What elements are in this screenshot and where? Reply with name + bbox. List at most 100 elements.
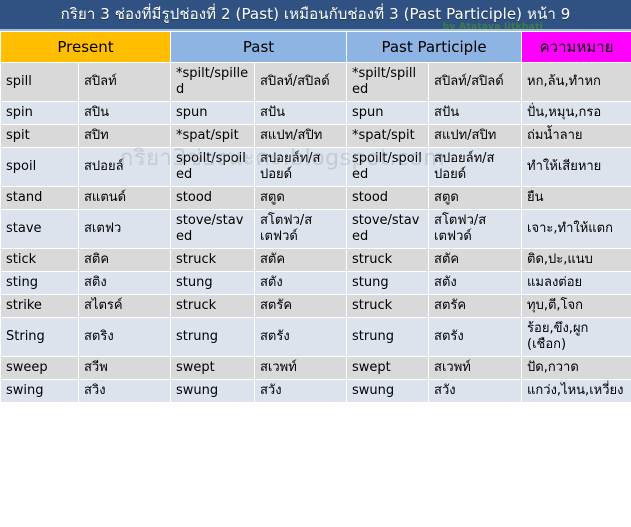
cell-pp-th: สปอยล์ท/สปอยด์: [428, 147, 523, 187]
table-row: stave สเตฟว stove/staved สโตฟว/สเตฟวด์ stove…: [0, 209, 631, 249]
cell-present-th: สติค: [78, 248, 171, 272]
cell-pp-th: สเวพท์: [428, 356, 523, 380]
cell-present-th: สปิลท์: [78, 62, 171, 102]
cell-pp-en: spoilt/spoiled: [346, 147, 430, 187]
cell-present-th: สแตนด์: [78, 186, 171, 210]
author-byline: by Atataya Jitkhati: [442, 22, 543, 31]
table-row: spit สปิท *spat/spit สแปท/สปิท *spat/spit สแป…: [0, 124, 631, 148]
cell-present-en: spoil: [0, 147, 79, 187]
cell-meaning: ยืน: [521, 186, 631, 210]
cell-pp-en: swung: [346, 379, 430, 403]
cell-pp-th: สปัน: [428, 101, 523, 125]
page-root: กริยา 3 ช่องที่มีรูปช่องที่ 2 (Past) เหม…: [0, 0, 631, 527]
cell-present-en: stave: [0, 209, 79, 249]
table-row: stand สแตนด์ stood สตูด stood สตูด ยืน: [0, 186, 631, 210]
column-header-past-participle: Past Participle: [346, 31, 523, 63]
column-header-meaning: ความหมาย: [521, 31, 631, 63]
cell-pp-en: stung: [346, 271, 430, 295]
cell-pp-th: สโตฟว/สเตฟวด์: [428, 209, 523, 249]
page-title: กริยา 3 ช่องที่มีรูปช่องที่ 2 (Past) เหม…: [60, 5, 571, 23]
cell-meaning: แกว่ง,ไหน,เหวี่ยง: [521, 379, 631, 403]
cell-past-en: stood: [170, 186, 255, 210]
cell-present-th: สไตรค์: [78, 294, 171, 318]
cell-past-en: spoilt/spoiled: [170, 147, 255, 187]
cell-past-th: สตัง: [253, 271, 348, 295]
cell-present-en: spit: [0, 124, 79, 148]
cell-pp-en: stood: [346, 186, 430, 210]
cell-past-en: spun: [170, 101, 255, 125]
table-row: stick สติค struck สตัค struck สตัค ติด,ปะ,แนบ: [0, 248, 631, 272]
cell-pp-th: สตูด: [428, 186, 523, 210]
cell-past-th: สปอยล์ท/สปอยด์: [253, 147, 348, 187]
title-bar: กริยา 3 ช่องที่มีรูปช่องที่ 2 (Past) เหม…: [0, 0, 631, 31]
cell-past-en: struck: [170, 294, 255, 318]
cell-present-th: สวีพ: [78, 356, 171, 380]
cell-meaning: ร้อย,ขึง,ผูก (เชือก): [521, 317, 631, 357]
cell-past-th: สปัน: [253, 101, 348, 125]
column-header-past: Past: [169, 31, 348, 63]
cell-meaning: แมลงต่อย: [521, 271, 631, 295]
cell-meaning: เจาะ,ทำให้แตก: [521, 209, 631, 249]
cell-pp-en: struck: [346, 248, 430, 272]
cell-present-en: sting: [0, 271, 79, 295]
table-row: spill สปิลท์ *spilt/spilled สปิลท์/สปิลด์ *s…: [0, 62, 631, 102]
cell-pp-th: สตรัค: [428, 294, 523, 318]
cell-present-th: สปิท: [78, 124, 171, 148]
table-row: spoil สปอยล์ spoilt/spoiled สปอยล์ท/สปอยด์ s…: [0, 147, 631, 187]
cell-present-th: สปิน: [78, 101, 171, 125]
cell-past-th: สปิลท์/สปิลด์: [253, 62, 348, 102]
cell-present-en: stick: [0, 248, 79, 272]
cell-past-en: *spilt/spilled: [170, 62, 255, 102]
cell-past-th: สวัง: [253, 379, 348, 403]
cell-past-th: สตรัค: [253, 294, 348, 318]
cell-meaning: ทุบ,ตี,โจก: [521, 294, 631, 318]
cell-past-en: struck: [170, 248, 255, 272]
cell-past-th: สตัค: [253, 248, 348, 272]
cell-pp-th: สตัค: [428, 248, 523, 272]
cell-present-th: สวิง: [78, 379, 171, 403]
header-row: Present Past Past Participle ความหมาย: [0, 31, 631, 63]
cell-pp-en: *spilt/spilled: [346, 62, 430, 102]
table-row: strike สไตรค์ struck สตรัค struck สตรัค ทุบ,ตี…: [0, 294, 631, 318]
cell-pp-th: สตัง: [428, 271, 523, 295]
cell-pp-th: สวัง: [428, 379, 523, 403]
cell-pp-en: *spat/spit: [346, 124, 430, 148]
cell-past-en: strung: [170, 317, 255, 357]
cell-past-th: สตูด: [253, 186, 348, 210]
cell-pp-th: สตรัง: [428, 317, 523, 357]
cell-pp-en: swept: [346, 356, 430, 380]
table-body: spill สปิลท์ *spilt/spilled สปิลท์/สปิลด์ *s…: [0, 62, 631, 403]
cell-present-th: สเตฟว: [78, 209, 171, 249]
cell-present-th: สติง: [78, 271, 171, 295]
cell-pp-en: struck: [346, 294, 430, 318]
cell-pp-en: spun: [346, 101, 430, 125]
cell-present-en: String: [0, 317, 79, 357]
cell-past-en: stung: [170, 271, 255, 295]
table-row: swing สวิง swung สวัง swung สวัง แกว่ง,ไหน,เหว…: [0, 379, 631, 403]
cell-meaning: ทำให้เสียหาย: [521, 147, 631, 187]
table-row: sweep สวีพ swept สเวพท์ swept สเวพท์ ปัด,กวาด: [0, 356, 631, 380]
cell-pp-th: สปิลท์/สปิลด์: [428, 62, 523, 102]
cell-present-en: sweep: [0, 356, 79, 380]
cell-past-en: swung: [170, 379, 255, 403]
table-row: String สตริง strung สตรัง strung สตรัง ร้อย,ขึ…: [0, 317, 631, 357]
table-row: spin สปิน spun สปัน spun สปัน ปั่น,หมุน,กรอ: [0, 101, 631, 125]
cell-present-th: สปอยล์: [78, 147, 171, 187]
cell-present-en: stand: [0, 186, 79, 210]
cell-pp-en: strung: [346, 317, 430, 357]
table-header: Present Past Past Participle ความหมาย: [0, 31, 631, 63]
cell-pp-th: สแปท/สปิท: [428, 124, 523, 148]
cell-past-en: swept: [170, 356, 255, 380]
cell-past-th: สโตฟว/สเตฟวด์: [253, 209, 348, 249]
cell-present-en: spin: [0, 101, 79, 125]
cell-meaning: ถ่มน้ำลาย: [521, 124, 631, 148]
cell-past-th: สตรัง: [253, 317, 348, 357]
column-header-present: Present: [0, 31, 171, 63]
cell-meaning: ติด,ปะ,แนบ: [521, 248, 631, 272]
cell-pp-en: stove/staved: [346, 209, 430, 249]
cell-present-en: swing: [0, 379, 79, 403]
cell-past-th: สเวพท์: [253, 356, 348, 380]
cell-meaning: ปัด,กวาด: [521, 356, 631, 380]
cell-past-en: stove/staved: [170, 209, 255, 249]
cell-present-en: spill: [0, 62, 79, 102]
